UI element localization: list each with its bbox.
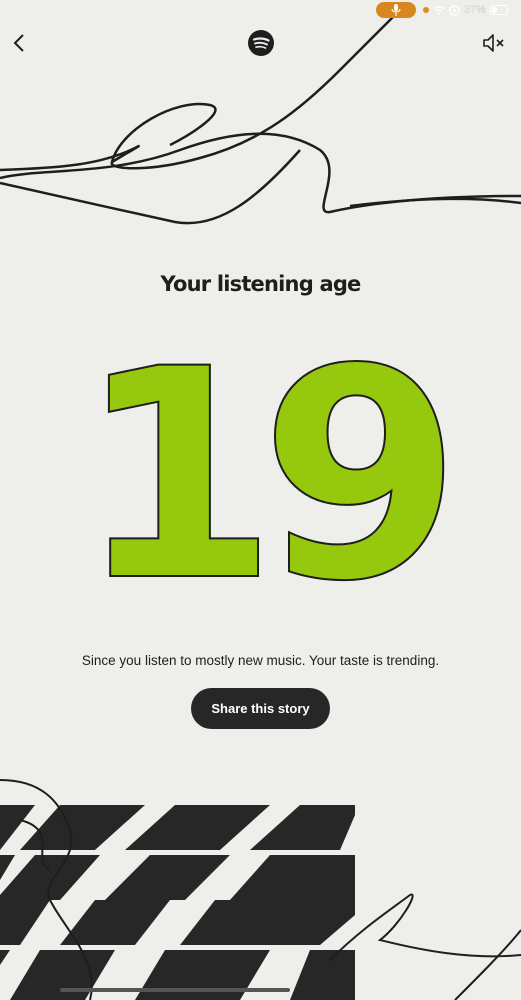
home-indicator[interactable] — [60, 988, 290, 992]
battery-fill — [492, 7, 498, 13]
privacy-indicator-dot — [423, 7, 429, 13]
story-caption: Since you listen to mostly new music. Yo… — [81, 653, 440, 668]
listening-age-number: 19 — [75, 356, 465, 592]
microphone-indicator — [376, 2, 416, 18]
battery-icon — [490, 5, 509, 15]
wifi-icon — [433, 6, 445, 15]
back-button[interactable] — [6, 30, 32, 56]
microphone-icon — [391, 4, 401, 16]
data-icon — [449, 4, 460, 16]
speaker-muted-icon — [483, 34, 504, 52]
chevron-left-icon — [13, 34, 24, 52]
status-icons: 37% — [433, 2, 509, 18]
listening-age-value: 19 — [76, 356, 446, 592]
share-story-button[interactable]: Share this story — [191, 688, 330, 729]
story-top-bar — [0, 22, 521, 66]
battery-percentage: 37% — [464, 4, 487, 16]
decorative-checker-pattern — [0, 779, 521, 1000]
story-headline: Your listening age — [160, 272, 362, 296]
mute-button[interactable] — [481, 30, 507, 56]
spotify-logo-icon — [248, 30, 274, 56]
status-bar: 37% — [0, 0, 521, 22]
